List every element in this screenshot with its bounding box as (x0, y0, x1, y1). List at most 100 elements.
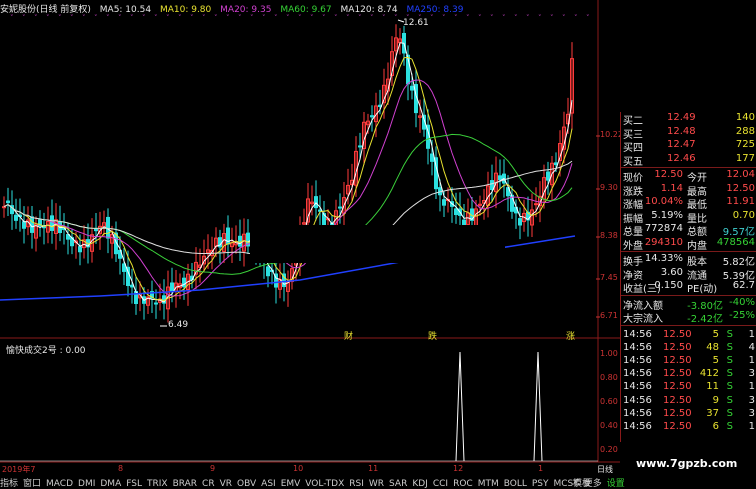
candle-body (490, 180, 494, 190)
tab[interactable]: WR (369, 479, 384, 489)
quote-panel: 买二 12.49 140 买三 12.48 288 买四 12.47 725 买五 12.46 177… (620, 112, 756, 442)
ma-legend: 安妮股份(日线 前复权) MA5: 10.54 MA10: 9.80 MA20:… (0, 2, 469, 15)
tick-price: 12.50 (663, 407, 692, 419)
tab[interactable]: ASI (261, 479, 276, 489)
stat-value: 12.50 (726, 182, 755, 194)
candle-body (498, 175, 502, 181)
tab[interactable]: RSI (349, 479, 364, 489)
tick-price: 12.50 (663, 341, 692, 353)
tick-side: S (726, 381, 733, 393)
tab[interactable]: MACD (46, 479, 73, 489)
tab[interactable]: PSY (532, 479, 549, 489)
tab[interactable]: KDJ (412, 479, 428, 489)
tick-side: S (726, 354, 733, 366)
date-marker: ˅ (94, 14, 98, 22)
tick-side: S (726, 394, 733, 406)
stat-value: 772874 (644, 223, 683, 234)
low-price-label: 6.49 (168, 320, 189, 330)
indicator-spike (533, 351, 543, 462)
time-axis: 2019年7 8 9 10 11 12 1 日线 (0, 464, 620, 475)
kline-chart-area[interactable]: ˅ ˅ ˅ ˅ ˅ ˅ ˅ ˅ ˅ ˅ ˅ ˅ ˅ ˅ ˅ ˅ ˅ ˅ ˅ ˅ ˅ ˅ ˅ ˅ ˅ ˅ ˅ ˅ ˅ ˅ ˅ ˅ ˅ ˅ ˅ ˅ ˅ ˅ ˅ ˅… (0, 0, 625, 489)
stat-row: 换手 14.33% 股本 5.82亿 (621, 253, 756, 268)
ask-row[interactable]: 买五 12.46 177 (621, 153, 756, 168)
tab[interactable]: VOL-TDX (305, 479, 344, 489)
tick-price: 12.50 (663, 420, 692, 432)
sub-tick: 0.60 (600, 397, 618, 406)
candle-body (338, 206, 342, 209)
date-marker: ˅ (442, 14, 446, 22)
time-label: 2019年7 (2, 465, 36, 474)
tab[interactable]: ROC (453, 479, 473, 489)
tab[interactable]: OBV (237, 479, 256, 489)
tab[interactable]: CR (202, 479, 215, 489)
tab[interactable]: DMI (78, 479, 95, 489)
candle-body (106, 216, 110, 239)
tick-time: 14:56 (623, 407, 652, 419)
date-marker: ˅ (118, 14, 122, 22)
event-marker[interactable]: 跌 (428, 329, 437, 342)
ma5-line (3, 42, 573, 303)
candle-body (314, 196, 318, 209)
tab[interactable]: 窗口 (23, 479, 41, 489)
tab[interactable]: FSL (126, 479, 142, 489)
tick-volume: 5 (712, 328, 719, 340)
date-marker: ˅ (502, 14, 506, 22)
date-marker: ˅ (250, 14, 254, 22)
flow-percent: -25% (729, 310, 755, 321)
template-tab[interactable]: 模板 (573, 476, 591, 489)
tab[interactable]: BOLL (504, 479, 527, 489)
event-marker[interactable]: 财 (344, 329, 353, 342)
date-marker: ˅ (190, 14, 194, 22)
tick-time: 14:56 (623, 368, 652, 380)
stat-value: 3.60 (660, 266, 683, 278)
date-marker: ˅ (226, 14, 230, 22)
sub-tick: 0.20 (600, 445, 618, 454)
tick-side: S (726, 328, 733, 340)
candle-body (30, 216, 34, 233)
tab[interactable]: SAR (389, 479, 407, 489)
date-marker: ˅ (538, 14, 542, 22)
date-marker: ˅ (490, 14, 494, 22)
tab[interactable]: MTM (478, 479, 499, 489)
ask-row[interactable]: 买四 12.47 725 (621, 139, 756, 154)
time-label: 9 (210, 464, 216, 473)
date-marker: ˅ (478, 14, 482, 22)
time-label: 8 (118, 464, 124, 473)
tab[interactable]: TRIX (147, 479, 168, 489)
event-marker[interactable]: 涨 (566, 329, 575, 342)
tab[interactable]: DMA (100, 479, 121, 489)
tab[interactable]: BRAR (173, 479, 197, 489)
date-marker: ˅ (22, 14, 26, 22)
tick-count: 1 (748, 328, 755, 340)
sub-indicator-title: 愉快成交2号 : 0.00 (6, 346, 86, 356)
time-label: 10 (293, 464, 304, 473)
candle-body (6, 200, 10, 204)
tab[interactable]: CCI (433, 479, 448, 489)
date-marker: ˅ (214, 14, 218, 22)
price-tick: 9.30 (600, 183, 618, 192)
tick-count: 3 (748, 368, 755, 380)
date-marker: ˅ (574, 14, 578, 22)
date-marker: ˅ (430, 14, 434, 22)
date-marker: ˅ (322, 14, 326, 22)
date-marker: ˅ (286, 14, 290, 22)
price-tick: 6.71 (600, 311, 618, 320)
candle-body (370, 115, 374, 118)
stat-value: 10.04% (644, 196, 683, 207)
candle-body (94, 228, 98, 232)
tab[interactable]: 设置 (607, 479, 625, 489)
price-tick: 8.38 (600, 231, 618, 240)
date-marker: ˅ (46, 14, 50, 22)
sub-tick: 1.00 (600, 349, 618, 358)
high-price-label: 12.61 (403, 18, 429, 28)
ask-row[interactable]: 买三 12.48 288 (621, 126, 756, 141)
ask-row[interactable]: 买二 12.49 140 (621, 112, 756, 127)
tab[interactable]: VR (220, 479, 232, 489)
kline-svg[interactable]: ˅ ˅ ˅ ˅ ˅ ˅ ˅ ˅ ˅ ˅ ˅ ˅ ˅ ˅ ˅ ˅ ˅ ˅ ˅ ˅ ˅ ˅ ˅ ˅ ˅ ˅ ˅ ˅ ˅ ˅ ˅ ˅ ˅ ˅ ˅ ˅ ˅ ˅ ˅ ˅… (0, 0, 620, 487)
tab[interactable]: EMV (281, 479, 301, 489)
tick-row: 14:56 12.50 37 S 3 (621, 408, 756, 421)
candle-body (170, 282, 174, 292)
date-marker: ˅ (70, 14, 74, 22)
tab[interactable]: 指标 (0, 479, 18, 489)
date-marker: ˅ (382, 14, 386, 22)
